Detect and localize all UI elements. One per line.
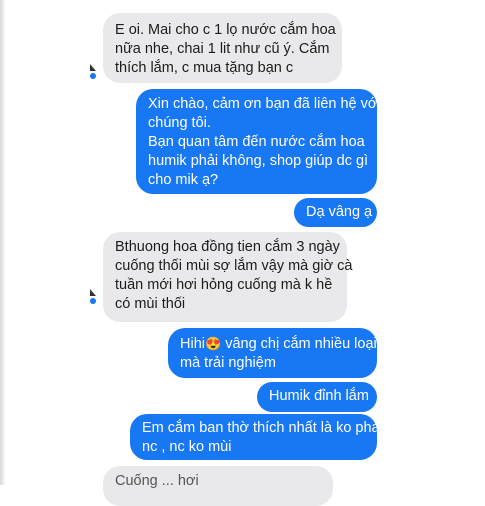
message-received-2[interactable]: Bthuong hoa đồng tien cắm 3 ngày cuống t… — [103, 232, 353, 322]
message-line: Bthuong hoa đồng tien cắm 3 ngày — [115, 239, 340, 255]
message-line-with-emoji: Hihi😍 vâng chị cắm nhiều loại hoa — [180, 334, 405, 354]
message-line: Cuống ... hơi — [115, 473, 199, 489]
message-line: cho mik ạ? — [148, 172, 219, 188]
message-line: có mùi thối — [115, 296, 186, 312]
message-sent-3[interactable]: Hihi😍 vâng chị cắm nhiều loại hoa mà trả… — [168, 328, 405, 378]
message-line: Dạ vâng ạ — [306, 204, 373, 220]
message-line: thích lắm, c mua tặng bạn c — [115, 60, 294, 76]
message-line: tuần mới hơi hỏng cuống mà k hề — [115, 277, 333, 293]
message-line: nc , nc ko mùi — [142, 439, 232, 455]
message-line: Humik đỉnh lắm — [269, 388, 369, 404]
message-sent-2[interactable]: Dạ vâng ạ — [294, 198, 377, 227]
message-line: Em cắm ban thờ thích nhất là ko phải — [142, 420, 383, 436]
message-line: E oi. Mai cho c 1 lọ nước cắm hoa — [115, 22, 336, 38]
message-line: mà trải nghiệm — [180, 355, 276, 371]
message-sent-4[interactable]: Humik đỉnh lắm — [257, 382, 377, 412]
message-line: Bạn quan tâm đến nước cắm hoa — [148, 134, 365, 150]
message-text: vâng chị cắm nhiều loại hoa — [225, 336, 405, 352]
message-text: Hihi — [180, 336, 205, 352]
smiling-face-with-heart-eyes-icon: 😍 — [204, 336, 222, 351]
message-sent-5[interactable]: Em cắm ban thờ thích nhất là ko phải nc … — [130, 414, 383, 460]
sender-avatar-icon — [90, 64, 96, 79]
message-line: chúng tôi. — [148, 115, 211, 131]
message-received-partial[interactable]: Cuống ... hơi — [103, 466, 333, 506]
message-line: Xin chào, cảm ơn bạn đã liên hệ với — [148, 96, 381, 112]
message-line: humik phải không, shop giúp dc gì — [148, 153, 369, 169]
sender-avatar-icon — [90, 289, 96, 304]
message-line: nữa nhe, chai 1 lit như cũ ý. Cắm — [115, 41, 330, 57]
message-received-1[interactable]: E oi. Mai cho c 1 lọ nước cắm hoa nữa nh… — [103, 13, 342, 83]
message-sent-1[interactable]: Xin chào, cảm ơn bạn đã liên hệ với chún… — [136, 89, 381, 194]
message-line: cuống thối mùi sợ lắm vậy mà giờ cà — [115, 258, 353, 274]
left-edge-shadow — [0, 0, 6, 485]
